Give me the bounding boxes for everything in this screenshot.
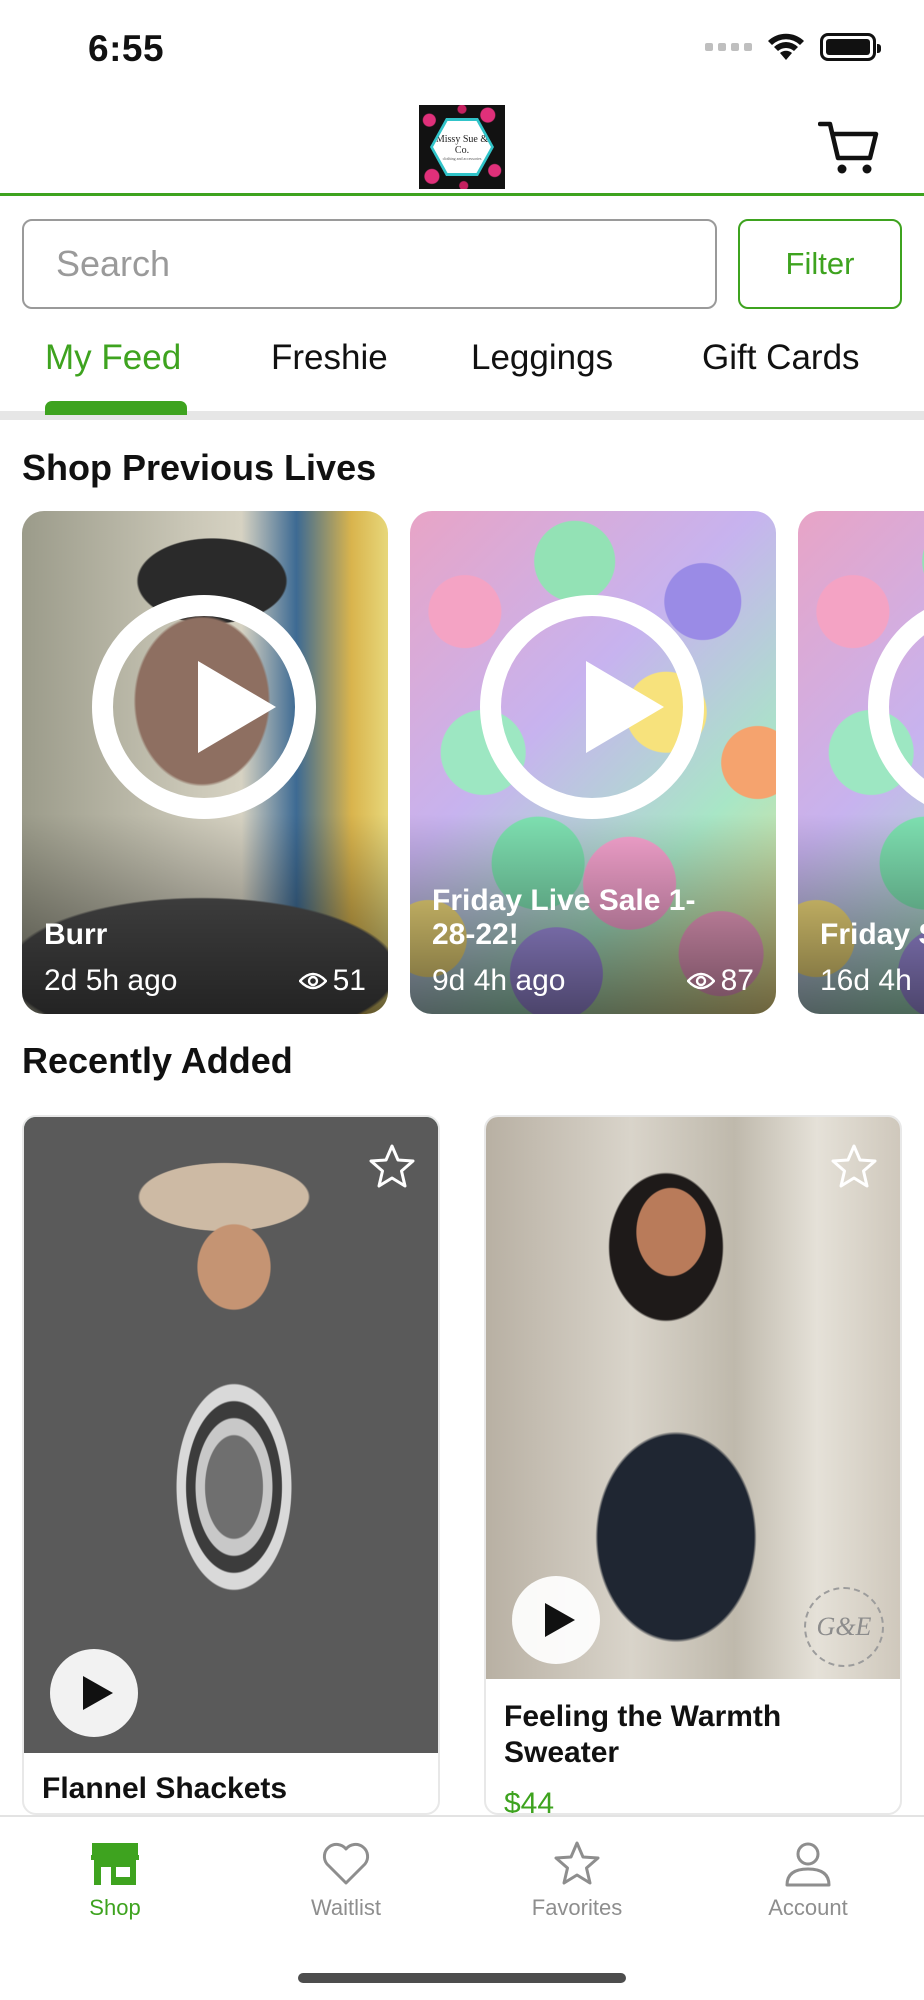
tab-leggings[interactable]: Leggings [471, 338, 613, 378]
nav-label: Waitlist [310, 1895, 382, 1920]
nav-item-favorites[interactable]: Favorites [502, 1839, 652, 1921]
brand-watermark: G&E [804, 1587, 884, 1667]
tab-gift-cards[interactable]: Gift Cards [702, 338, 860, 378]
nav-item-shop[interactable]: Shop [40, 1839, 190, 1921]
live-time-ago: 9d 4h ago [432, 964, 566, 997]
live-views: 51 [298, 964, 366, 998]
product-name[interactable]: Flannel Shackets [42, 1771, 422, 1807]
live-card[interactable]: Burr 2d 5h ago 51 [22, 511, 388, 1014]
active-tab-indicator [45, 401, 187, 415]
nav-item-waitlist[interactable]: Waitlist [271, 1839, 421, 1921]
video-play-icon[interactable] [512, 1576, 600, 1664]
view-count: 87 [720, 964, 754, 997]
play-icon[interactable] [480, 595, 704, 819]
view-count: 51 [332, 964, 366, 997]
cart-icon[interactable] [818, 118, 880, 176]
live-card[interactable]: Friday Live Sale 1-28-22! 9d 4h ago 87 [410, 511, 776, 1014]
product-price: $44 [504, 1787, 555, 1815]
eye-icon [298, 972, 327, 990]
section-title-recently-added: Recently Added [22, 1040, 293, 1081]
product-card[interactable]: G&E Feeling the Warmth Sweater $44 [484, 1115, 902, 1815]
logo-subtext: clothing and accessories [442, 155, 482, 161]
product-name[interactable]: Feeling the Warmth Sweater [504, 1699, 884, 1771]
logo-text: Missy Sue & Co. [435, 133, 489, 156]
cellular-signal-icon [705, 43, 752, 51]
live-views: 87 [686, 964, 754, 998]
nav-label: Favorites [531, 1895, 623, 1920]
filter-button[interactable]: Filter [738, 219, 902, 309]
app-header: Missy Sue & Co. clothing and accessories [0, 100, 924, 196]
person-icon [785, 1842, 831, 1887]
status-icons [705, 32, 881, 62]
nav-item-account[interactable]: Account [733, 1839, 883, 1921]
live-time-ago: 16d 4h [820, 964, 912, 997]
play-icon[interactable] [92, 595, 316, 819]
battery-icon [820, 33, 881, 61]
favorite-star-icon[interactable] [830, 1143, 878, 1189]
product-card[interactable]: Flannel Shackets [22, 1115, 440, 1815]
category-tabs: My Feed Freshie Leggings Gift Cards [0, 326, 924, 420]
live-time-ago: 2d 5h ago [44, 964, 178, 997]
favorite-star-icon[interactable] [368, 1143, 416, 1189]
search-input[interactable] [22, 219, 717, 309]
section-title-previous-lives: Shop Previous Lives [22, 447, 377, 488]
store-logo[interactable]: Missy Sue & Co. clothing and accessories [419, 105, 505, 189]
eye-icon [686, 972, 715, 990]
live-title: Burr [44, 918, 108, 951]
live-card[interactable]: Friday Sale! 16d 4h [798, 511, 924, 1014]
home-indicator[interactable] [298, 1973, 626, 1983]
play-icon[interactable] [868, 595, 924, 819]
wifi-icon [768, 33, 804, 60]
nav-label: Shop [89, 1895, 141, 1920]
shop-icon [91, 1843, 139, 1885]
live-title: Friday Sale! [820, 918, 924, 951]
status-bar: 6:55 [0, 0, 924, 100]
status-time: 6:55 [88, 28, 165, 69]
tab-freshie[interactable]: Freshie [271, 338, 388, 378]
video-play-icon[interactable] [50, 1649, 138, 1737]
live-title: Friday Live Sale 1-28-22! [432, 884, 696, 951]
tab-my-feed[interactable]: My Feed [45, 338, 181, 378]
previous-lives-carousel[interactable]: Burr 2d 5h ago 51 Friday Live Sale 1-28-… [0, 511, 924, 1014]
nav-label: Account [768, 1895, 848, 1920]
heart-icon [322, 1842, 370, 1885]
star-icon [554, 1841, 600, 1885]
